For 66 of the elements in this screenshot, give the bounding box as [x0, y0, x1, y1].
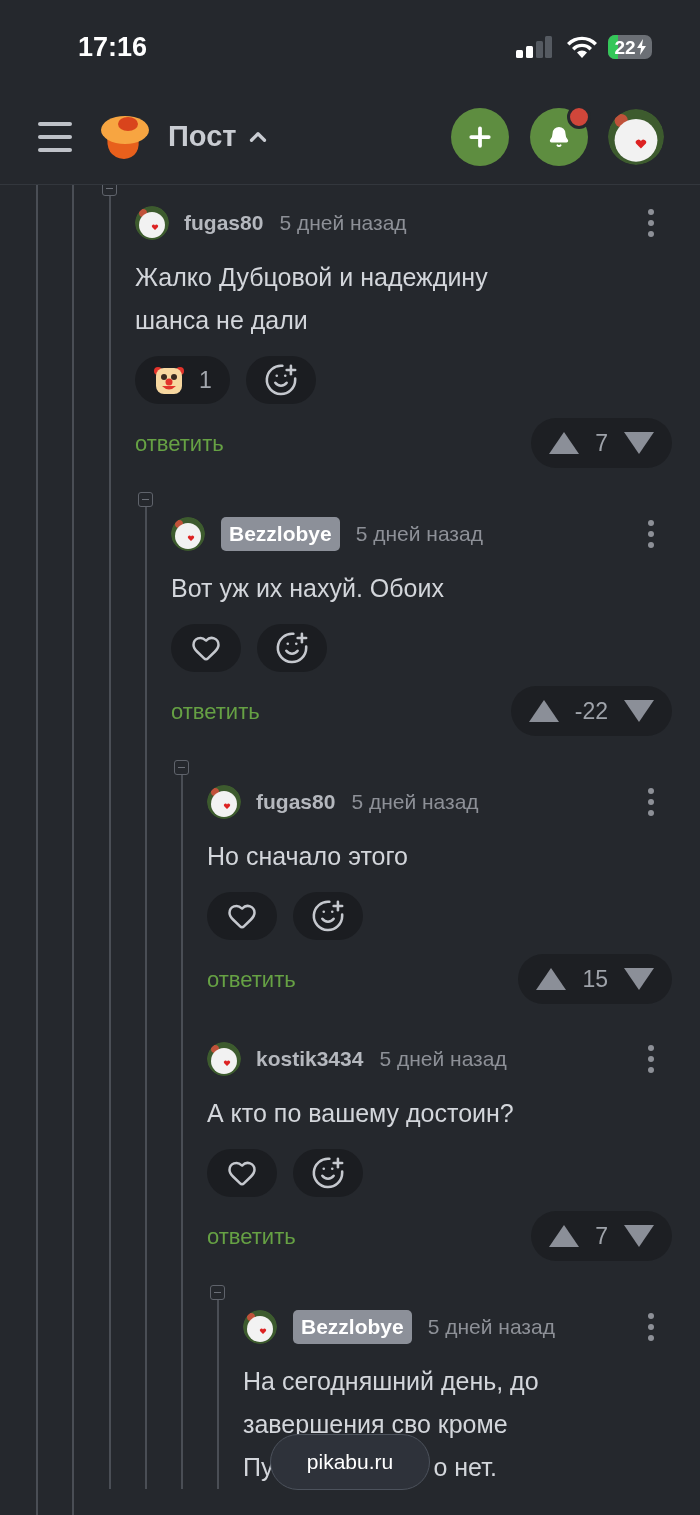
comment-text: Вот уж их нахуй. Обоих: [171, 573, 445, 604]
upvote-icon[interactable]: [536, 968, 567, 990]
avatar[interactable]: [207, 1042, 241, 1076]
add-reaction-button[interactable]: [245, 356, 316, 404]
score: 15: [582, 964, 608, 994]
like-button[interactable]: [171, 624, 241, 672]
downvote-icon[interactable]: [624, 968, 654, 990]
comment-time: 5 дней назад: [279, 210, 407, 237]
avatar[interactable]: [171, 517, 205, 551]
comment-text: Но сначало этого: [207, 841, 409, 872]
upvote-icon[interactable]: [528, 700, 559, 722]
comment-time: 5 дней назад: [427, 1314, 555, 1341]
comment-text: Жалко Дубцовой и надеждину шанса не дали: [135, 262, 489, 336]
downvote-icon[interactable]: [624, 432, 654, 454]
collapse-button[interactable]: [210, 1285, 225, 1300]
status-time: 17:16: [78, 30, 148, 64]
notifications-button[interactable]: [530, 108, 588, 166]
like-button[interactable]: [207, 1149, 277, 1197]
avatar[interactable]: [608, 109, 664, 165]
reaction-button[interactable]: 1: [135, 356, 230, 404]
author-name[interactable]: kostik3434: [256, 1043, 364, 1075]
signal-icon: [516, 36, 552, 58]
upvote-icon[interactable]: [549, 1225, 580, 1247]
avatar[interactable]: [243, 1310, 277, 1344]
url-bar[interactable]: pikabu.ru: [270, 1434, 430, 1490]
author-name[interactable]: fugas80: [256, 786, 336, 818]
downvote-icon[interactable]: [624, 700, 654, 722]
collapse-button[interactable]: [102, 185, 117, 196]
like-button[interactable]: [207, 892, 277, 940]
comment-time: 5 дней назад: [351, 789, 479, 816]
comment-time: 5 дней назад: [355, 521, 483, 548]
reply-link[interactable]: ответить: [135, 426, 224, 460]
reply-link[interactable]: ответить: [171, 694, 260, 728]
add-reaction-button[interactable]: [293, 1149, 363, 1197]
upvote-icon[interactable]: [549, 432, 580, 454]
menu-icon[interactable]: [38, 122, 72, 152]
wifi-icon: [566, 36, 598, 58]
comment-text: А кто по вашему достоин?: [207, 1098, 515, 1129]
reply-link[interactable]: ответить: [207, 962, 296, 996]
add-reaction-button[interactable]: [293, 892, 363, 940]
more-icon[interactable]: [648, 1313, 654, 1341]
reply-link[interactable]: ответить: [207, 1219, 296, 1253]
more-icon[interactable]: [648, 1045, 654, 1073]
page-title[interactable]: Пост: [168, 115, 237, 159]
collapse-button[interactable]: [174, 760, 189, 775]
add-reaction-button[interactable]: [257, 624, 327, 672]
score: -22: [574, 696, 608, 726]
avatar[interactable]: [135, 206, 169, 240]
author-name[interactable]: fugas80: [184, 207, 264, 239]
comment-text: о нет.: [433, 1452, 497, 1483]
bell-icon: [548, 126, 570, 148]
comment-time: 5 дней назад: [379, 1046, 507, 1073]
more-icon[interactable]: [648, 788, 654, 816]
avatar[interactable]: [207, 785, 241, 819]
smile-plus-icon: [275, 631, 309, 665]
smile-plus-icon: [311, 1156, 345, 1190]
smile-plus-icon: [311, 899, 345, 933]
score: 7: [595, 428, 608, 458]
more-icon[interactable]: [648, 520, 654, 548]
clown-icon: [153, 365, 185, 395]
collapse-button[interactable]: [138, 492, 153, 507]
logo[interactable]: [98, 113, 150, 161]
downvote-icon[interactable]: [624, 1225, 654, 1247]
score: 7: [595, 1221, 608, 1251]
smile-plus-icon: [263, 363, 298, 397]
more-icon[interactable]: [648, 209, 654, 237]
